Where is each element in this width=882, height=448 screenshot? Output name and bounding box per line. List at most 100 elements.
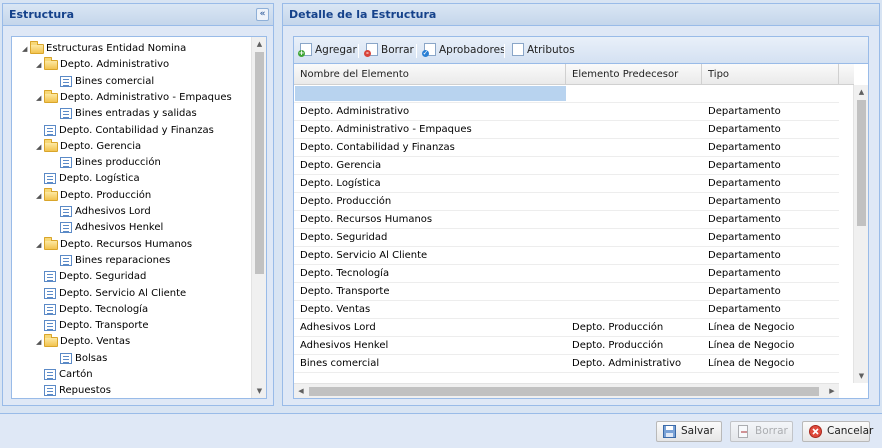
- folder-icon: [44, 334, 58, 348]
- tree-node[interactable]: Bolsas: [52, 351, 107, 367]
- tree-node[interactable]: Bines reparaciones: [52, 253, 170, 269]
- table-row[interactable]: Depto. Ventas Departamento: [294, 301, 839, 319]
- tree-node[interactable]: Depto. Seguridad: [36, 269, 146, 285]
- table-row[interactable]: Depto. Administrativo Departamento: [294, 103, 839, 121]
- tree-node[interactable]: ◢ Depto. Recursos Humanos: [36, 236, 192, 253]
- delete-button[interactable]: Borrar: [730, 421, 793, 442]
- scroll-up-arrow-icon[interactable]: ▲: [854, 85, 868, 99]
- table-row[interactable]: Depto. Contabilidad y Finanzas Departamen…: [294, 139, 839, 157]
- tree-node[interactable]: ◢ Depto. Administrativo - Empaques: [36, 89, 232, 106]
- column-header-predecessor[interactable]: Elemento Predecesor: [566, 64, 702, 85]
- tree-node[interactable]: ◢ Depto. Ventas: [36, 334, 130, 350]
- cancel-icon: [809, 425, 822, 438]
- tree-node[interactable]: Depto. Transporte: [36, 318, 149, 334]
- table-row[interactable]: Depto. Gerencia Departamento: [294, 157, 839, 175]
- cell-element-name: Adhesivos Henkel: [300, 340, 389, 351]
- tree-node[interactable]: Depto. Servicio Al Cliente: [36, 286, 186, 302]
- cell-predecessor: [566, 193, 702, 211]
- scroll-right-arrow-icon[interactable]: ▶: [825, 384, 839, 398]
- expand-triangle-icon[interactable]: ◢: [36, 188, 44, 204]
- document-icon: [44, 271, 56, 283]
- tree-node-label: Depto. Transporte: [59, 320, 149, 332]
- expand-triangle-icon[interactable]: ◢: [36, 334, 44, 350]
- document-icon: [44, 369, 56, 380]
- attributes-button-label: Atributos: [527, 44, 575, 56]
- double-chevron-left-icon[interactable]: «: [256, 8, 269, 21]
- table-row[interactable]: Depto. Tecnología Departamento: [294, 265, 839, 283]
- expand-triangle-icon[interactable]: ◢: [36, 237, 44, 253]
- cell-predecessor: [566, 283, 702, 301]
- expand-triangle-icon[interactable]: ◢: [36, 57, 44, 73]
- tree-node-label: Depto. Gerencia: [60, 140, 142, 152]
- tree-node-label: Depto. Producción: [60, 189, 152, 201]
- cell-predecessor: [566, 247, 702, 265]
- scroll-left-arrow-icon[interactable]: ◀: [294, 384, 308, 398]
- tree-vertical-scrollbar[interactable]: ▲ ▼: [251, 37, 266, 398]
- attributes-icon: [512, 42, 524, 56]
- cell-type: Departamento: [708, 124, 781, 135]
- cell-predecessor: [566, 211, 702, 229]
- tree-node-label: Bines producción: [75, 157, 161, 169]
- cancel-button[interactable]: Cancelar: [802, 421, 873, 442]
- table-row[interactable]: Adhesivos Lord Depto. Producción Línea de …: [294, 319, 839, 337]
- tree-node[interactable]: ◢ Depto. Producción: [36, 187, 152, 204]
- table-row[interactable]: Depto. Logística Departamento: [294, 175, 839, 193]
- approvers-button[interactable]: ✓ Aprobadores: [422, 42, 506, 59]
- tree-node[interactable]: Adhesivos Lord: [52, 204, 151, 220]
- new-row-editor[interactable]: [294, 85, 839, 103]
- tree-scroll-thumb[interactable]: [255, 52, 264, 274]
- expand-triangle-icon[interactable]: ◢: [36, 139, 44, 155]
- delete-row-button[interactable]: - Borrar: [364, 42, 414, 59]
- tree-node-label: Cartón: [59, 369, 93, 380]
- tree-node[interactable]: Bines comercial: [52, 74, 154, 90]
- grid-horizontal-scrollbar[interactable]: ◀ ▶: [294, 383, 839, 398]
- table-row[interactable]: Depto. Producción Departamento: [294, 193, 839, 211]
- tree-node[interactable]: Bines producción: [52, 155, 161, 171]
- cell-predecessor: [566, 121, 702, 139]
- tree-node-label: Bines comercial: [75, 75, 155, 87]
- table-row[interactable]: Depto. Recursos Humanos Departamento: [294, 211, 839, 229]
- table-row[interactable]: Depto. Administrativo - Empaques Departam…: [294, 121, 839, 139]
- save-button[interactable]: Salvar: [656, 421, 722, 442]
- table-row[interactable]: Adhesivos Henkel Depto. Producción Línea d…: [294, 337, 839, 355]
- cell-type: Departamento: [708, 250, 781, 261]
- tree-node[interactable]: Depto. Contabilidad y Finanzas: [36, 123, 214, 139]
- tree-node[interactable]: Bines entradas y salidas: [52, 106, 197, 122]
- tree-node[interactable]: ◢ Depto. Gerencia: [36, 138, 142, 155]
- scroll-down-arrow-icon[interactable]: ▼: [252, 384, 266, 398]
- cell-predecessor: [566, 301, 702, 319]
- grid-hscroll-thumb[interactable]: [309, 387, 819, 396]
- element-name-editor-input[interactable]: [295, 86, 566, 101]
- cell-element-name: Depto. Tecnología: [300, 268, 390, 279]
- expand-triangle-icon[interactable]: ◢: [22, 41, 30, 57]
- table-row[interactable]: Depto. Seguridad Departamento: [294, 229, 839, 247]
- cell-element-name: Adhesivos Lord: [300, 322, 376, 333]
- scroll-down-arrow-icon[interactable]: ▼: [854, 369, 868, 383]
- add-icon: +: [298, 42, 312, 57]
- document-icon: [60, 108, 72, 120]
- attributes-button[interactable]: Atributos: [512, 42, 575, 59]
- tree-node[interactable]: Adhesivos Henkel: [52, 220, 163, 236]
- cell-element-name: Depto. Recursos Humanos: [300, 214, 433, 225]
- tree-node[interactable]: Repuestos: [36, 383, 111, 398]
- document-icon: [44, 173, 56, 185]
- tree-node[interactable]: Depto. Logística: [36, 171, 140, 187]
- grid-vertical-scrollbar[interactable]: ▲ ▼: [853, 85, 868, 383]
- column-header-element-name[interactable]: Nombre del Elemento: [294, 64, 566, 85]
- structure-panel: Estructura « ◢ Estructuras Entidad Nomina…: [2, 3, 274, 406]
- table-row[interactable]: Bines comercial Depto. Administrativo Líne…: [294, 355, 839, 373]
- tree-node-label: Bines entradas y salidas: [75, 108, 197, 120]
- tree-node[interactable]: Depto. Tecnología: [36, 302, 148, 318]
- column-header-type[interactable]: Tipo: [702, 64, 839, 85]
- tree-node[interactable]: Cartón: [36, 367, 93, 383]
- add-button[interactable]: + Agregar: [298, 42, 357, 59]
- tree-node-label: Depto. Contabilidad y Finanzas: [59, 124, 214, 136]
- scroll-up-arrow-icon[interactable]: ▲: [252, 37, 266, 51]
- cell-element-name: Depto. Ventas: [300, 304, 371, 315]
- table-row[interactable]: Depto. Transporte Departamento: [294, 283, 839, 301]
- tree-node[interactable]: ◢ Depto. Administrativo: [36, 57, 169, 73]
- expand-triangle-icon[interactable]: ◢: [36, 90, 44, 106]
- tree-node[interactable]: ◢ Estructuras Entidad Nomina: [22, 41, 186, 57]
- grid-scroll-thumb[interactable]: [857, 100, 866, 226]
- table-row[interactable]: Depto. Servicio Al Cliente Departamento: [294, 247, 839, 265]
